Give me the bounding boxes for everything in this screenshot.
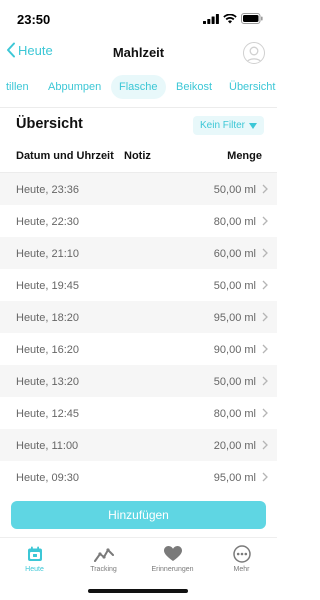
chevron-right-icon xyxy=(262,440,268,450)
row-amount: 80,00 ml xyxy=(213,216,256,228)
chevron-right-icon xyxy=(262,408,268,418)
table-row[interactable]: Heute, 23:36 50,00 ml xyxy=(0,173,277,205)
row-date: Heute, 19:45 xyxy=(16,280,79,292)
row-date: Heute, 22:30 xyxy=(16,216,79,228)
tabbar-label: Mehr xyxy=(233,566,250,573)
tabbar-label: Tracking xyxy=(90,566,117,573)
table-row[interactable]: Heute, 19:45 50,00 ml xyxy=(0,269,277,301)
row-amount: 90,00 ml xyxy=(213,344,256,356)
row-date: Heute, 13:20 xyxy=(16,376,79,388)
table-row[interactable]: Heute, 13:20 50,00 ml xyxy=(0,365,277,397)
filter-button[interactable]: Kein Filter xyxy=(192,116,264,135)
chart-line-icon xyxy=(93,548,114,562)
table-row[interactable]: Heute, 18:20 95,00 ml xyxy=(0,301,277,333)
table-header: Datum und Uhrzeit Notiz Menge xyxy=(0,150,277,168)
row-amount: 50,00 ml xyxy=(213,376,256,388)
row-amount: 60,00 ml xyxy=(213,248,256,260)
row-date: Heute, 18:20 xyxy=(16,312,79,324)
row-amount: 95,00 ml xyxy=(213,472,256,484)
status-time: 23:50 xyxy=(17,12,51,27)
tabbar-item-tracking[interactable]: Tracking xyxy=(69,544,138,573)
chevron-right-icon xyxy=(262,472,268,482)
chevron-right-icon xyxy=(262,184,268,194)
table-row[interactable]: Heute, 12:45 80,00 ml xyxy=(0,397,277,429)
more-icon xyxy=(232,545,251,563)
wifi-icon xyxy=(223,13,237,23)
tabbar-item-erinnerungen[interactable]: Erinnerungen xyxy=(138,544,207,573)
filter-button-label: Kein Filter xyxy=(199,120,245,131)
row-amount: 95,00 ml xyxy=(213,312,256,324)
calendar-icon xyxy=(27,546,42,561)
chevron-right-icon xyxy=(262,280,268,290)
page-title: Mahlzeit xyxy=(112,45,165,60)
tab-flasche[interactable]: Flasche xyxy=(111,75,166,99)
row-amount: 50,00 ml xyxy=(213,184,256,196)
section-title: Übersicht xyxy=(16,116,83,132)
profile-avatar[interactable] xyxy=(243,42,265,64)
tab-beikost[interactable]: Beikost xyxy=(176,75,212,99)
feeding-type-tabs: tillen Abpumpen Flasche Beikost Übersich… xyxy=(0,75,277,101)
row-amount: 50,00 ml xyxy=(213,280,256,292)
heart-icon xyxy=(163,546,182,561)
row-date: Heute, 09:30 xyxy=(16,472,79,484)
tabbar-item-heute[interactable]: Heute xyxy=(0,544,69,573)
row-amount: 80,00 ml xyxy=(213,408,256,420)
row-amount: 20,00 ml xyxy=(213,440,256,452)
battery-icon xyxy=(241,13,263,24)
tabbar-item-mehr[interactable]: Mehr xyxy=(207,544,276,573)
row-date: Heute, 12:45 xyxy=(16,408,79,420)
tabbar-label: Heute xyxy=(25,566,44,573)
chevron-right-icon xyxy=(262,248,268,258)
user-icon xyxy=(245,46,263,63)
table-row[interactable]: Heute, 16:20 90,00 ml xyxy=(0,333,277,365)
navigation-bar: Heute Mahlzeit xyxy=(0,36,277,70)
chevron-right-icon xyxy=(262,312,268,322)
chevron-right-icon xyxy=(262,344,268,354)
status-bar: 23:50 xyxy=(0,0,277,36)
row-date: Heute, 21:10 xyxy=(16,248,79,260)
chevron-right-icon xyxy=(262,216,268,226)
table-row[interactable]: Heute, 09:30 95,00 ml xyxy=(0,461,277,493)
tab-abpumpen[interactable]: Abpumpen xyxy=(48,75,101,99)
row-date: Heute, 16:20 xyxy=(16,344,79,356)
chevron-right-icon xyxy=(262,376,268,386)
column-header-date: Datum und Uhrzeit xyxy=(16,150,114,162)
column-header-note: Notiz xyxy=(124,150,151,162)
entry-list: Heute, 23:36 50,00 ml Heute, 22:30 80,00… xyxy=(0,173,277,493)
add-entry-button[interactable]: Hinzufügen xyxy=(11,501,266,529)
table-row[interactable]: Heute, 22:30 80,00 ml xyxy=(0,205,277,237)
signal-icon xyxy=(203,13,219,24)
tab-stillen[interactable]: tillen xyxy=(6,75,29,99)
divider xyxy=(0,107,277,108)
status-icons xyxy=(203,13,263,24)
tab-uebersicht[interactable]: Übersicht xyxy=(229,75,275,99)
row-date: Heute, 11:00 xyxy=(16,440,79,452)
tabbar-label: Erinnerungen xyxy=(151,566,194,573)
row-date: Heute, 23:36 xyxy=(16,184,79,196)
table-row[interactable]: Heute, 11:00 20,00 ml xyxy=(0,429,277,461)
add-button-area: Hinzufügen xyxy=(0,490,277,540)
table-row[interactable]: Heute, 21:10 60,00 ml xyxy=(0,237,277,269)
column-header-amount: Menge xyxy=(227,150,262,162)
triangle-down-icon xyxy=(249,122,257,129)
home-indicator xyxy=(88,589,188,593)
